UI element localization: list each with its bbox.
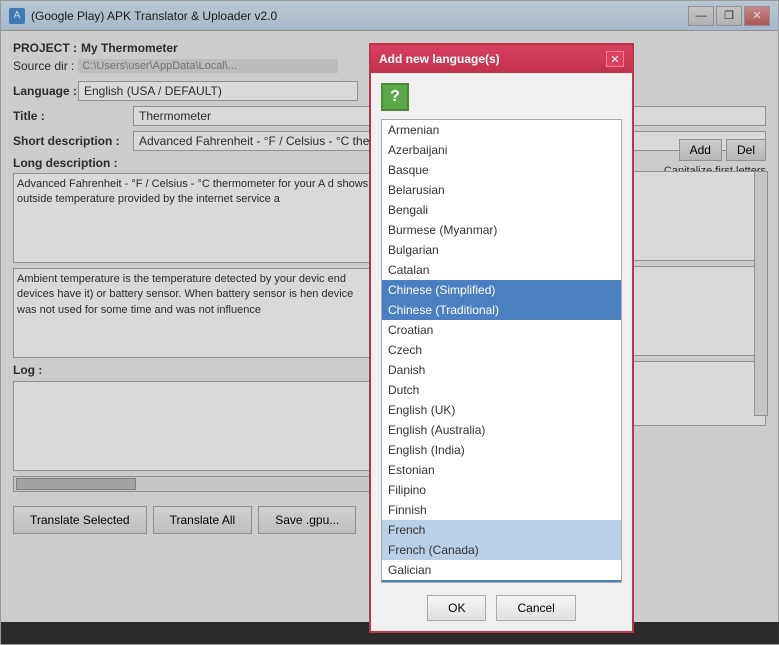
language-list-container: ArmenianAzerbaijaniBasqueBelarusianBenga…	[381, 119, 622, 583]
language-list-item[interactable]: Estonian	[382, 460, 621, 480]
language-list[interactable]: ArmenianAzerbaijaniBasqueBelarusianBenga…	[382, 120, 621, 582]
language-list-item[interactable]: Belarusian	[382, 180, 621, 200]
language-list-item[interactable]: Bulgarian	[382, 240, 621, 260]
language-list-item[interactable]: Burmese (Myanmar)	[382, 220, 621, 240]
language-list-item[interactable]: English (UK)	[382, 400, 621, 420]
language-list-item[interactable]: Danish	[382, 360, 621, 380]
language-list-item[interactable]: English (India)	[382, 440, 621, 460]
main-window: A (Google Play) APK Translator & Uploade…	[0, 0, 779, 645]
language-list-item[interactable]: Dutch	[382, 380, 621, 400]
language-list-item[interactable]: Chinese (Simplified)	[382, 280, 621, 300]
cancel-button[interactable]: Cancel	[496, 595, 575, 621]
language-list-item[interactable]: Azerbaijani	[382, 140, 621, 160]
language-list-item[interactable]: Czech	[382, 340, 621, 360]
language-list-item[interactable]: Filipino	[382, 480, 621, 500]
dialog-help-row: ?	[381, 83, 622, 111]
language-list-item[interactable]: Galician	[382, 560, 621, 580]
language-list-item[interactable]: Armenian	[382, 120, 621, 140]
dialog-title: Add new language(s)	[379, 52, 500, 66]
language-list-item[interactable]: Chinese (Traditional)	[382, 300, 621, 320]
help-icon: ?	[381, 83, 409, 111]
language-list-item[interactable]: German	[382, 580, 621, 582]
language-list-item[interactable]: Bengali	[382, 200, 621, 220]
dialog-close-button[interactable]: ✕	[606, 51, 624, 67]
add-language-dialog: Add new language(s) ✕ ? ArmenianAzerbaij…	[369, 43, 634, 633]
language-list-item[interactable]: Finnish	[382, 500, 621, 520]
ok-button[interactable]: OK	[427, 595, 486, 621]
language-list-item[interactable]: Catalan	[382, 260, 621, 280]
language-list-item[interactable]: French (Canada)	[382, 540, 621, 560]
language-list-item[interactable]: Basque	[382, 160, 621, 180]
language-list-item[interactable]: English (Australia)	[382, 420, 621, 440]
dialog-buttons: OK Cancel	[381, 591, 622, 621]
language-list-item[interactable]: French	[382, 520, 621, 540]
language-list-item[interactable]: Croatian	[382, 320, 621, 340]
dialog-body: ? ArmenianAzerbaijaniBasqueBelarusianBen…	[371, 73, 632, 631]
dialog-title-bar: Add new language(s) ✕	[371, 45, 632, 73]
